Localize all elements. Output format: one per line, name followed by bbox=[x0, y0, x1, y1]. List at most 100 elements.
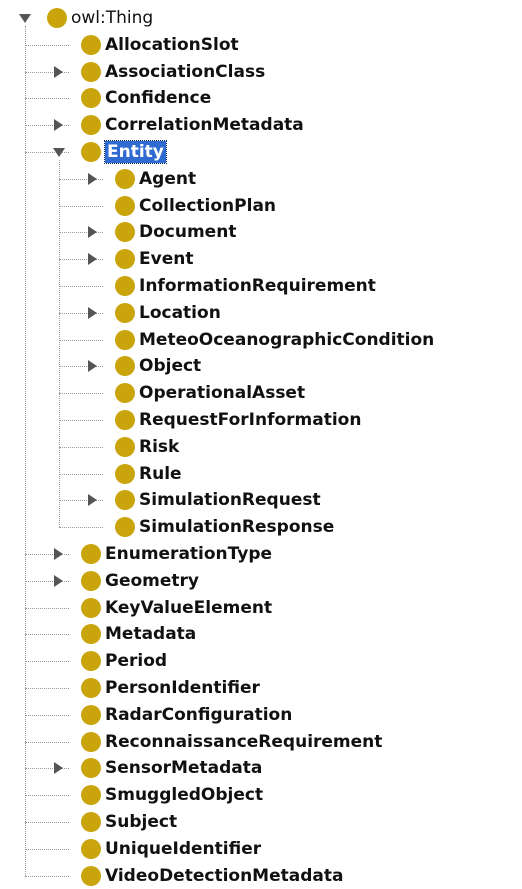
owl-class-icon bbox=[115, 436, 135, 457]
class-hierarchy-tree[interactable]: owl:Thing AllocationSlot AssociationClass C… bbox=[0, 0, 522, 886]
tree-node-person-identifier[interactable]: PersonIdentifier bbox=[0, 675, 522, 701]
tree-node-label[interactable]: PersonIdentifier bbox=[105, 677, 260, 699]
tree-node-association-class[interactable]: AssociationClass bbox=[0, 59, 522, 85]
tree-node-label[interactable]: Event bbox=[139, 248, 193, 270]
collapse-arrow-icon[interactable] bbox=[53, 148, 65, 157]
tree-node-label[interactable]: Document bbox=[139, 221, 236, 243]
tree-node-label[interactable]: UniqueIdentifier bbox=[105, 838, 261, 860]
tree-node-label[interactable]: Geometry bbox=[105, 570, 199, 592]
expand-arrow-icon[interactable] bbox=[54, 762, 63, 775]
expand-arrow-icon[interactable] bbox=[88, 494, 97, 507]
tree-node-request-for-information[interactable]: RequestForInformation bbox=[0, 407, 522, 433]
expand-arrow-icon[interactable] bbox=[54, 119, 63, 132]
expand-arrow-icon[interactable] bbox=[88, 306, 97, 319]
tree-node-label[interactable]: Confidence bbox=[105, 87, 211, 109]
tree-node-label[interactable]: ReconnaissanceRequirement bbox=[105, 731, 382, 753]
owl-class-icon bbox=[81, 61, 101, 82]
tree-node-smuggled-object[interactable]: SmuggledObject bbox=[0, 782, 522, 808]
expand-arrow-icon[interactable] bbox=[88, 253, 97, 266]
tree-node-risk[interactable]: Risk bbox=[0, 434, 522, 460]
tree-node-label[interactable]: Rule bbox=[139, 463, 182, 485]
owl-class-icon bbox=[81, 704, 101, 725]
tree-node-label[interactable]: Agent bbox=[139, 168, 196, 190]
tree-node-video-detection-metadata[interactable]: VideoDetectionMetadata bbox=[0, 863, 522, 889]
tree-connector-branch bbox=[25, 634, 69, 636]
owl-class-icon bbox=[115, 383, 135, 404]
tree-node-information-requirement[interactable]: InformationRequirement bbox=[0, 273, 522, 299]
owl-class-icon bbox=[81, 115, 101, 136]
tree-node-label[interactable]: SmuggledObject bbox=[105, 784, 263, 806]
owl-class-icon bbox=[81, 624, 101, 645]
tree-node-simulation-request[interactable]: SimulationRequest bbox=[0, 487, 522, 513]
owl-class-icon bbox=[81, 142, 101, 162]
tree-node-agent[interactable]: Agent bbox=[0, 166, 522, 192]
tree-node-label[interactable]: VideoDetectionMetadata bbox=[105, 865, 343, 887]
tree-node-subject[interactable]: Subject bbox=[0, 809, 522, 835]
tree-node-period[interactable]: Period bbox=[0, 648, 522, 674]
tree-node-object[interactable]: Object bbox=[0, 353, 522, 379]
tree-node-correlation-metadata[interactable]: CorrelationMetadata bbox=[0, 112, 522, 138]
owl-class-icon bbox=[115, 490, 135, 511]
tree-node-operational-asset[interactable]: OperationalAsset bbox=[0, 380, 522, 406]
expand-arrow-icon[interactable] bbox=[54, 65, 63, 78]
owl-class-icon bbox=[81, 785, 101, 806]
tree-node-label[interactable]: CollectionPlan bbox=[139, 195, 276, 217]
tree-node-label[interactable]: AssociationClass bbox=[105, 61, 265, 83]
owl-class-icon bbox=[115, 249, 135, 270]
collapse-arrow-icon[interactable] bbox=[19, 14, 31, 23]
expand-arrow-icon[interactable] bbox=[54, 548, 63, 560]
owl-class-icon bbox=[115, 302, 135, 323]
tree-node-radar-configuration[interactable]: RadarConfiguration bbox=[0, 702, 522, 728]
tree-node-label[interactable]: Subject bbox=[105, 811, 177, 833]
tree-node-label[interactable]: RadarConfiguration bbox=[105, 704, 292, 726]
expand-arrow-icon[interactable] bbox=[88, 226, 97, 239]
tree-connector-branch bbox=[59, 393, 103, 395]
tree-node-sensor-metadata[interactable]: SensorMetadata bbox=[0, 755, 522, 781]
owl-class-icon bbox=[115, 168, 135, 189]
tree-node-collection-plan[interactable]: CollectionPlan bbox=[0, 193, 522, 219]
tree-node-label[interactable]: SensorMetadata bbox=[105, 757, 262, 779]
tree-connector-branch bbox=[25, 607, 69, 609]
tree-node-allocation-slot[interactable]: AllocationSlot bbox=[0, 32, 522, 58]
tree-connector-branch bbox=[59, 527, 103, 529]
tree-node-label[interactable]: RequestForInformation bbox=[139, 409, 361, 431]
tree-node-enumeration-type[interactable]: EnumerationType bbox=[0, 541, 522, 567]
tree-node-label[interactable]: Period bbox=[105, 650, 167, 672]
tree-node-label[interactable]: MeteoOceanographicCondition bbox=[139, 329, 434, 351]
tree-node-label[interactable]: SimulationRequest bbox=[139, 489, 321, 511]
tree-node-key-value-element[interactable]: KeyValueElement bbox=[0, 595, 522, 621]
owl-class-icon bbox=[81, 731, 101, 752]
tree-node-unique-identifier[interactable]: UniqueIdentifier bbox=[0, 836, 522, 862]
tree-node-label[interactable]: Entity bbox=[104, 140, 167, 164]
tree-node-reconnaissance-requirement[interactable]: ReconnaissanceRequirement bbox=[0, 729, 522, 755]
tree-node-owl-thing[interactable]: owl:Thing bbox=[0, 5, 522, 31]
tree-node-label[interactable]: KeyValueElement bbox=[105, 597, 272, 619]
tree-node-label[interactable]: Object bbox=[139, 355, 201, 377]
tree-node-event[interactable]: Event bbox=[0, 246, 522, 272]
expand-arrow-icon[interactable] bbox=[88, 360, 97, 373]
tree-node-label[interactable]: AllocationSlot bbox=[105, 34, 239, 56]
tree-node-metadata[interactable]: Metadata bbox=[0, 621, 522, 647]
tree-node-simulation-response[interactable]: SimulationResponse bbox=[0, 514, 522, 540]
tree-node-label[interactable]: SimulationResponse bbox=[139, 516, 334, 538]
tree-node-label[interactable]: InformationRequirement bbox=[139, 275, 376, 297]
tree-node-label[interactable]: OperationalAsset bbox=[139, 382, 305, 404]
tree-node-entity[interactable]: Entity bbox=[0, 139, 522, 165]
tree-node-label[interactable]: EnumerationType bbox=[105, 543, 272, 565]
expand-arrow-icon[interactable] bbox=[54, 574, 63, 587]
tree-node-location[interactable]: Location bbox=[0, 300, 522, 326]
tree-node-label[interactable]: Location bbox=[139, 302, 221, 324]
tree-node-label[interactable]: Metadata bbox=[105, 623, 196, 645]
tree-node-label[interactable]: CorrelationMetadata bbox=[105, 114, 304, 136]
tree-node-meteo-oceanographic-condition[interactable]: MeteoOceanographicCondition bbox=[0, 327, 522, 353]
tree-connector-branch bbox=[25, 795, 69, 797]
tree-node-geometry[interactable]: Geometry bbox=[0, 568, 522, 594]
tree-node-label[interactable]: owl:Thing bbox=[71, 7, 153, 29]
tree-node-label[interactable]: Risk bbox=[139, 436, 179, 458]
tree-node-confidence[interactable]: Confidence bbox=[0, 85, 522, 111]
tree-node-rule[interactable]: Rule bbox=[0, 461, 522, 487]
owl-class-icon bbox=[115, 195, 135, 216]
tree-node-document[interactable]: Document bbox=[0, 219, 522, 245]
expand-arrow-icon[interactable] bbox=[88, 172, 97, 185]
owl-class-icon bbox=[115, 410, 135, 430]
